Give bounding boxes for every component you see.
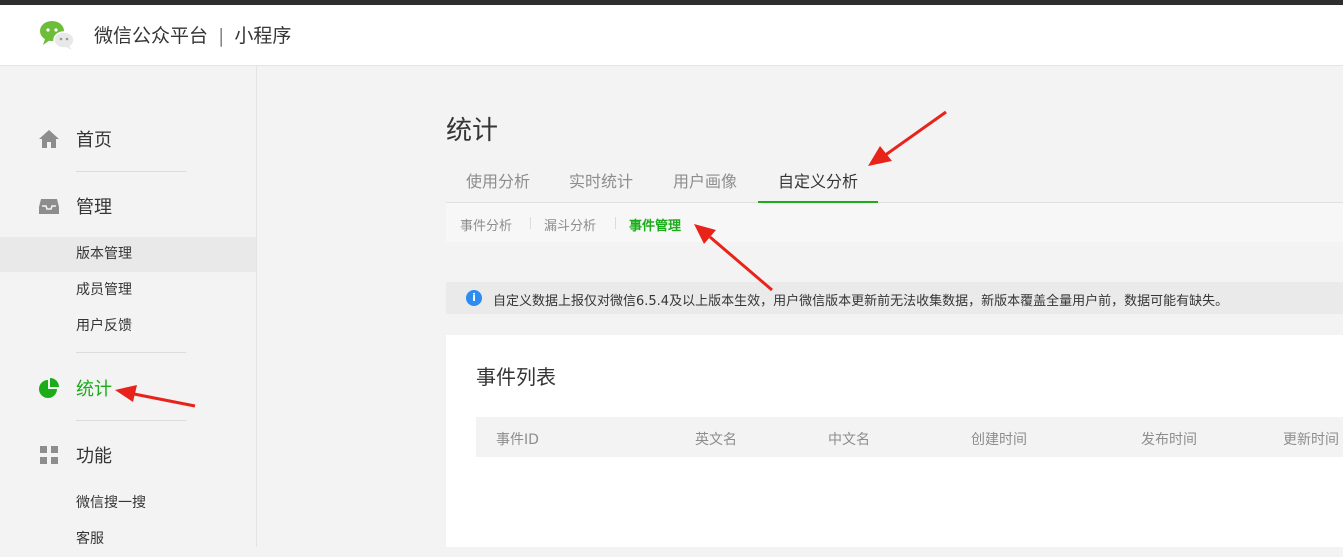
brand-name[interactable]: 微信公众平台 — [94, 25, 208, 47]
notice-text: 自定义数据上报仅对微信6.5.4及以上版本生效，用户微信版本更新前无法收集数据，… — [493, 294, 1229, 309]
subtab-divider — [530, 217, 531, 229]
subtab-funnel-analysis[interactable]: 漏斗分析 — [544, 215, 596, 234]
subtab-bar: 事件分析 漏斗分析 事件管理 — [446, 203, 1343, 242]
event-list-card: 事件列表 事件ID 英文名 中文名 创建时间 发布时间 更新时间 — [446, 335, 1343, 547]
sidebar-item-label: 首页 — [76, 130, 112, 151]
notice-bar: i 自定义数据上报仅对微信6.5.4及以上版本生效，用户微信版本更新前无法收集数… — [446, 282, 1343, 314]
sidebar-divider — [76, 171, 186, 172]
column-header-create-time: 创建时间 — [971, 432, 1027, 448]
sidebar-item-statistics[interactable]: 统计 — [38, 376, 112, 400]
main-content: 统计 使用分析 实时统计 用户画像 自定义分析 事件分析 漏斗分析 事件管理 i… — [446, 66, 1343, 547]
sidebar-item-version-manage[interactable]: 版本管理 — [0, 237, 256, 272]
sidebar: 首页 管理 版本管理 成员管理 用户反馈 统计 功能 微信搜一搜 客服 — [0, 66, 257, 547]
column-header-event-id: 事件ID — [496, 432, 539, 448]
sidebar-item-label: 管理 — [76, 197, 112, 218]
sidebar-item-member-manage[interactable]: 成员管理 — [0, 273, 256, 308]
sidebar-item-manage[interactable]: 管理 — [38, 194, 112, 218]
brand: 微信公众平台 | 小程序 — [94, 21, 291, 48]
sidebar-item-label: 客服 — [76, 531, 104, 547]
sidebar-item-wechat-search[interactable]: 微信搜一搜 — [0, 486, 256, 521]
sidebar-item-label: 功能 — [76, 446, 112, 467]
sidebar-item-label: 微信搜一搜 — [76, 495, 146, 511]
card-title: 事件列表 — [476, 365, 556, 389]
sidebar-item-home[interactable]: 首页 — [38, 127, 112, 151]
header: 微信公众平台 | 小程序 — [0, 5, 1343, 66]
sidebar-divider — [76, 352, 186, 353]
sidebar-item-label: 成员管理 — [76, 282, 132, 298]
sidebar-item-label: 用户反馈 — [76, 318, 132, 334]
sidebar-item-features[interactable]: 功能 — [38, 443, 112, 467]
tab-usage-analysis[interactable]: 使用分析 — [466, 168, 530, 202]
sidebar-item-customer-service[interactable]: 客服 — [0, 522, 256, 557]
info-icon: i — [466, 290, 482, 306]
tab-user-portrait[interactable]: 用户画像 — [673, 168, 737, 202]
sidebar-divider — [76, 420, 186, 421]
subtab-event-manage[interactable]: 事件管理 — [629, 215, 681, 234]
column-header-update-time: 更新时间 — [1283, 432, 1339, 448]
tab-bar: 使用分析 实时统计 用户画像 自定义分析 — [446, 168, 1343, 203]
column-header-publish-time: 发布时间 — [1141, 432, 1197, 448]
product-name: 小程序 — [234, 25, 292, 47]
sidebar-item-user-feedback[interactable]: 用户反馈 — [0, 309, 256, 344]
pie-chart-icon — [39, 378, 59, 398]
sidebar-item-label: 版本管理 — [76, 246, 132, 262]
tab-custom-analysis[interactable]: 自定义分析 — [758, 168, 878, 203]
column-header-english-name: 英文名 — [695, 432, 737, 448]
inbox-icon — [39, 199, 59, 214]
column-header-chinese-name: 中文名 — [828, 432, 870, 448]
home-icon — [39, 130, 59, 148]
table-header: 事件ID 英文名 中文名 创建时间 发布时间 更新时间 — [476, 417, 1343, 457]
subtab-divider — [615, 217, 616, 229]
grid-icon — [40, 446, 58, 464]
sidebar-item-label: 统计 — [76, 379, 112, 400]
tab-realtime-stats[interactable]: 实时统计 — [569, 168, 633, 202]
wechat-logo-icon[interactable] — [38, 19, 76, 51]
page-title: 统计 — [446, 116, 499, 146]
brand-separator: | — [218, 25, 225, 47]
subtab-event-analysis[interactable]: 事件分析 — [460, 215, 512, 234]
